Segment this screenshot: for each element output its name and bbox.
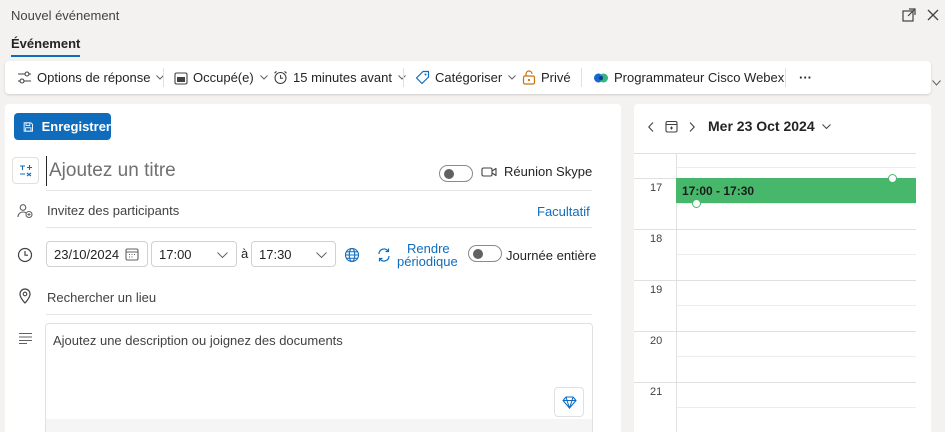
busy-status-button[interactable]: Occupé(e) [174, 61, 268, 94]
hour-label: 20 [650, 335, 663, 347]
chevron-down-icon [316, 252, 327, 258]
busy-status-label: Occupé(e) [193, 70, 254, 85]
day-calendar-panel: Mer 23 Oct 2024 17 18 19 20 21 17:00 - 1… [634, 104, 931, 432]
ribbon-divider [785, 68, 786, 87]
row-divider [46, 227, 592, 228]
event-resize-handle-bottom[interactable] [692, 199, 701, 208]
calendar-header: Mer 23 Oct 2024 [634, 116, 931, 136]
window-title: Nouvel événement [11, 8, 120, 23]
webex-label: Programmateur Cisco Webex [614, 70, 785, 85]
recurrence-line2[interactable]: périodique [397, 254, 458, 269]
attendees-input[interactable]: Invitez des participants [47, 203, 179, 218]
calendar-event-block[interactable]: 17:00 - 17:30 [676, 178, 916, 203]
skype-meeting-label: Réunion Skype [504, 164, 593, 179]
chevron-down-icon [508, 75, 517, 80]
video-icon [481, 166, 497, 177]
start-time-value: 17:00 [159, 246, 192, 262]
ribbon-divider [163, 68, 164, 87]
more-options-button[interactable]: ··· [799, 61, 812, 94]
reminder-label: 15 minutes avant [293, 70, 393, 85]
time-range-separator: à [241, 246, 249, 261]
time-grid-line [676, 203, 916, 204]
chevron-down-icon [259, 75, 268, 80]
save-icon [23, 121, 33, 132]
alarm-clock-icon [274, 70, 287, 85]
time-grid-line [676, 305, 916, 306]
event-time-label: 17:00 - 17:30 [682, 184, 755, 198]
hour-label: 17 [650, 182, 663, 194]
optional-attendees-link[interactable]: Facultatif [537, 204, 590, 219]
hour-label: 18 [650, 233, 663, 245]
title-input[interactable]: Ajoutez un titre [46, 156, 426, 186]
today-calendar-icon[interactable] [665, 120, 678, 133]
ribbon-overflow-chevron-icon[interactable] [932, 80, 941, 86]
time-grid-line [676, 356, 916, 357]
formatting-toolbar [46, 419, 592, 432]
end-time-value: 17:30 [259, 246, 292, 262]
categorize-label: Catégoriser [435, 70, 503, 85]
all-day-label: Journée entière [506, 248, 597, 263]
title-bar: Nouvel événement [0, 0, 945, 30]
description-placeholder: Ajoutez une description ou joignez des d… [53, 333, 343, 348]
globe-icon[interactable] [340, 243, 364, 267]
chevron-down-icon [821, 123, 831, 129]
popout-icon[interactable] [900, 6, 918, 24]
save-button[interactable]: Enregistrer [14, 113, 111, 140]
all-day-toggle[interactable] [468, 245, 502, 262]
private-label: Privé [541, 70, 571, 85]
private-button[interactable]: Privé [522, 61, 571, 94]
description-editor[interactable]: Ajoutez une description ou joignez des d… [45, 323, 593, 432]
lock-icon [522, 70, 536, 85]
sliders-icon [18, 71, 31, 84]
ribbon-divider [581, 68, 582, 87]
hour-label: 19 [650, 284, 663, 296]
gem-icon[interactable] [554, 387, 584, 417]
response-options-button[interactable]: Options de réponse [17, 61, 165, 94]
row-divider [46, 190, 592, 191]
people-add-icon [13, 199, 37, 223]
save-label: Enregistrer [41, 119, 111, 134]
title-icon[interactable] [12, 157, 39, 184]
event-form-panel: Enregistrer Ajoutez un titre Réunion Sky… [5, 104, 621, 432]
calendar-icon[interactable] [125, 247, 139, 261]
close-icon[interactable] [924, 6, 942, 24]
chevron-left-icon[interactable] [648, 122, 654, 132]
chevron-right-icon[interactable] [689, 122, 695, 132]
calendar-date-label: Mer 23 Oct 2024 [708, 118, 815, 134]
hour-label: 21 [650, 386, 663, 398]
location-input[interactable]: Rechercher un lieu [47, 290, 156, 305]
ribbon-divider [403, 68, 404, 87]
skype-meeting-option: Réunion Skype [481, 164, 592, 179]
tab-event[interactable]: Événement [11, 36, 81, 57]
repeat-icon[interactable] [372, 243, 396, 267]
ribbon-toolbar: Options de réponse Occupé(e) 15 minutes … [5, 61, 931, 94]
event-resize-handle-top[interactable] [888, 174, 897, 183]
start-date-field[interactable]: 23/10/2024 [46, 241, 148, 267]
webex-icon [594, 73, 608, 82]
reminder-button[interactable]: 15 minutes avant [273, 61, 406, 94]
tag-icon [415, 70, 430, 85]
row-divider [46, 314, 592, 315]
clock-icon [13, 243, 37, 267]
calendar-busy-icon [174, 71, 188, 85]
skype-meeting-toggle[interactable] [439, 165, 473, 182]
start-date-value: 23/10/2024 [54, 246, 120, 262]
response-options-label: Options de réponse [37, 70, 151, 85]
location-pin-icon [13, 284, 37, 308]
time-grid-line [676, 407, 916, 408]
calendar-date-picker[interactable]: Mer 23 Oct 2024 [708, 118, 831, 134]
chevron-down-icon [217, 252, 228, 258]
webex-scheduler-button[interactable]: Programmateur Cisco Webex [593, 61, 784, 94]
end-time-select[interactable]: 17:30 [251, 241, 336, 267]
text-lines-icon [13, 326, 37, 350]
start-time-select[interactable]: 17:00 [151, 241, 237, 267]
time-grid-line [676, 167, 916, 168]
categorize-button[interactable]: Catégoriser [415, 61, 517, 94]
time-grid-line [676, 254, 916, 255]
